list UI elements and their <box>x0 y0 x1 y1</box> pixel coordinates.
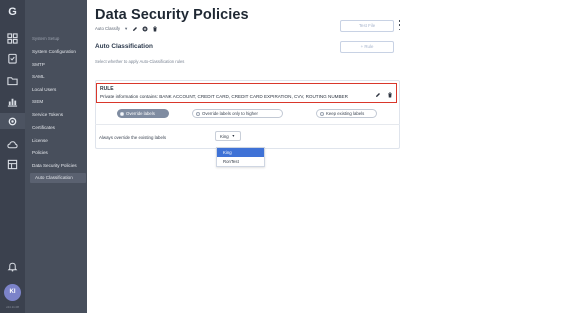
settings-nav: System Setup System Configuration SMTP S… <box>25 0 87 313</box>
menu-option-rontest[interactable]: RonTest <box>217 157 264 166</box>
nav-item-policies[interactable]: Policies <box>32 150 48 155</box>
nav-item-license[interactable]: License <box>32 138 48 143</box>
nav-item-data-security-policies[interactable]: Data Security Policies <box>32 163 77 168</box>
divider <box>95 124 400 125</box>
radio-icon <box>196 111 200 116</box>
icon-rail: G KI v24.11.08 <box>0 0 25 313</box>
menu-option-king[interactable]: King <box>217 148 264 157</box>
label-dropdown[interactable]: King ▼ <box>215 131 241 141</box>
chevron-down-icon[interactable]: ▼ <box>124 26 128 31</box>
option-label: Override labels <box>126 111 155 116</box>
nav-item-auto-classification[interactable]: Auto Classification <box>30 173 86 183</box>
more-options-icon[interactable] <box>398 20 401 30</box>
dropdown-menu: King RonTest <box>216 147 265 167</box>
option-keep-existing[interactable]: Keep existing labels <box>316 109 377 118</box>
folder-icon[interactable] <box>7 75 18 86</box>
clipboard-icon[interactable] <box>7 53 18 64</box>
add-icon[interactable] <box>142 19 148 37</box>
nav-section-label: System Setup <box>32 36 60 41</box>
delete-icon[interactable] <box>152 19 158 37</box>
nav-item-certificates[interactable]: Certificates <box>32 125 55 130</box>
section-title: Auto Classification <box>95 43 153 50</box>
section-description: Select whether to apply Auto-Classificat… <box>95 59 185 64</box>
main-content: Data Security Policies Auto Classify ▼ T… <box>87 0 561 313</box>
radio-icon <box>320 111 324 116</box>
option-override-labels[interactable]: Override labels <box>117 109 169 118</box>
option-label: Keep existing labels <box>326 111 365 116</box>
bell-icon[interactable] <box>7 261 18 272</box>
nav-item-service-tokens[interactable]: Service Tokens <box>32 112 63 117</box>
rule-text: Private information contains: BANK ACCOU… <box>100 94 348 99</box>
cloud-icon[interactable] <box>7 139 18 150</box>
chevron-down-icon: ▼ <box>231 134 236 138</box>
nav-item-local-users[interactable]: Local Users <box>32 87 56 92</box>
logo-icon[interactable]: G <box>6 6 19 19</box>
option-override-higher[interactable]: Override labels only to higher <box>192 109 283 118</box>
page-title: Data Security Policies <box>95 7 249 23</box>
test-file-button[interactable]: Test File <box>340 20 394 32</box>
version-label: v24.11.08 <box>6 305 19 309</box>
policy-toolbar: Auto Classify ▼ <box>95 24 158 32</box>
add-rule-button[interactable]: + Rule <box>340 41 394 53</box>
nav-item-system-configuration[interactable]: System Configuration <box>32 49 76 54</box>
settings-icon[interactable] <box>0 113 25 129</box>
chart-icon[interactable] <box>7 96 18 107</box>
nav-item-siem[interactable]: SIEM <box>32 99 43 104</box>
always-override-label: Always override the existing labels <box>99 135 167 140</box>
nav-item-smtp[interactable]: SMTP <box>32 62 45 67</box>
edit-rule-icon[interactable] <box>375 85 381 97</box>
edit-icon[interactable] <box>132 19 138 37</box>
rule-row[interactable]: RULE Private information contains: BANK … <box>96 83 397 103</box>
policy-select[interactable]: Auto Classify <box>95 26 120 31</box>
nav-item-saml[interactable]: SAML <box>32 74 45 79</box>
dropdown-value: King <box>220 133 229 139</box>
rule-label: RULE <box>100 86 114 92</box>
dashboard-icon[interactable] <box>7 33 18 44</box>
table-icon[interactable] <box>7 159 18 170</box>
delete-rule-icon[interactable] <box>387 85 393 98</box>
option-label: Override labels only to higher <box>202 111 258 116</box>
radio-selected-icon <box>120 111 124 116</box>
avatar[interactable]: KI <box>4 284 21 301</box>
